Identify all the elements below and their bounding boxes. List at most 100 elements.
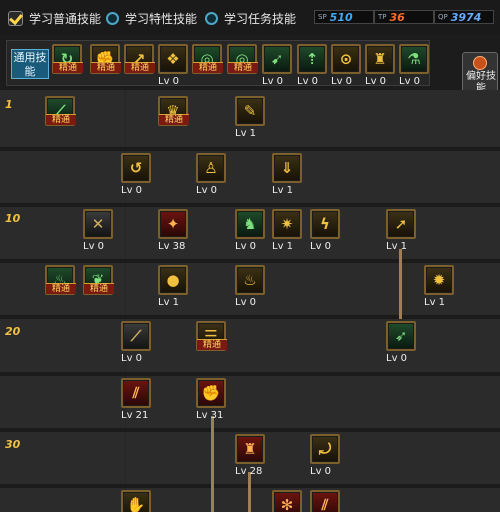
skill-slot[interactable]: ♞ Lv 0 — [235, 209, 265, 252]
skill-slot[interactable]: ♜ Lv 28 — [235, 434, 265, 477]
tab-quest-skills[interactable]: 学习任务技能 — [205, 10, 296, 26]
explosion-icon: ✹ — [427, 268, 451, 292]
shield-icon: ⊙ — [334, 47, 358, 71]
arrow-icon: ⇡ — [300, 47, 324, 71]
bomb-icon: ● — [161, 268, 185, 292]
hand-icon: ✋ — [124, 493, 148, 512]
top-bar: 学习普通技能 学习特性技能 学习任务技能 SP 510 TP 36 QP 397… — [0, 0, 500, 34]
common-skills-label: 通用技能 — [11, 49, 49, 79]
qp-value: 3974 — [450, 10, 482, 24]
potion-icon: ⚗ — [402, 47, 426, 71]
skill-level: Lv 0 — [399, 76, 421, 87]
skill-slot[interactable]: ♨ Lv 0 — [235, 265, 265, 308]
golem-icon: ♞ — [238, 212, 262, 236]
dash-icon: ➶ — [389, 324, 413, 348]
skill-slot[interactable]: ➶ Lv 0 — [386, 321, 416, 364]
level-marker: 20 — [5, 325, 21, 338]
row-separator — [0, 372, 500, 376]
fire-drop-icon: ♨ — [238, 268, 262, 292]
skill-level: Lv 1 — [424, 297, 446, 308]
skill-level: Lv 0 — [365, 76, 387, 87]
strike-icon: ➚ — [389, 212, 413, 236]
skill-slot[interactable]: ☰ 精通 — [196, 321, 227, 351]
skill-slot[interactable]: ♨ 精通 — [45, 265, 76, 295]
skill-slot[interactable]: ♙ Lv 0 — [196, 153, 226, 196]
skill-slot[interactable]: ✎ Lv 1 — [235, 96, 265, 139]
level-marker: 10 — [5, 212, 21, 225]
radio-icon — [205, 11, 218, 25]
skill-level: Lv 0 — [196, 185, 218, 196]
skill-slot[interactable]: ⫽ Lv 21 — [121, 378, 151, 421]
mastered-badge: 精通 — [91, 62, 121, 73]
skill-slot[interactable]: ✷ Lv 1 — [272, 209, 302, 252]
skill-level: Lv 1 — [386, 241, 408, 252]
mastered-badge: 精通 — [125, 62, 155, 73]
claw-icon: ⫽ — [313, 493, 337, 512]
checkmark-icon — [8, 10, 23, 26]
skill-slot[interactable]: ⇓ Lv 1 — [272, 153, 302, 196]
skill-slot[interactable]: ⫽ — [310, 490, 340, 512]
skill-slot[interactable]: ❦ 精通 — [83, 265, 114, 295]
skill-link — [211, 416, 214, 512]
skill-slot[interactable]: ↗ 精通 — [124, 44, 155, 74]
tab-label: 学习任务技能 — [224, 11, 297, 26]
skill-slot[interactable]: ◎ 精通 — [192, 44, 223, 74]
radio-icon — [106, 11, 119, 25]
skill-level: Lv 0 — [235, 297, 257, 308]
skill-level: Lv 0 — [262, 76, 284, 87]
body-icon: ♙ — [199, 156, 223, 180]
skill-slot[interactable]: ϟ Lv 0 — [310, 209, 340, 252]
gear-icon — [473, 56, 487, 70]
figure-icon: ♜ — [368, 47, 392, 71]
fire-icon: ✦ — [161, 212, 185, 236]
skill-slot[interactable]: ✋ — [121, 490, 151, 512]
skill-level: Lv 1 — [272, 241, 294, 252]
skill-slot[interactable]: ⊙ Lv 0 — [331, 44, 361, 87]
skill-slot[interactable]: ⚗ Lv 0 — [399, 44, 429, 87]
mastered-badge: 精通 — [197, 339, 227, 350]
skill-slot[interactable]: ⟋ 精通 — [45, 96, 76, 126]
skill-slot[interactable]: ✕ Lv 0 — [83, 209, 113, 252]
skill-link — [399, 249, 402, 319]
row-separator — [0, 147, 500, 151]
mastered-badge: 精通 — [228, 62, 258, 73]
skill-slot[interactable]: ↻ 精通 — [52, 44, 83, 74]
down-arrow-icon: ⇓ — [275, 156, 299, 180]
row-separator — [0, 428, 500, 432]
skill-slot[interactable]: ✊ 精通 — [90, 44, 121, 74]
tp-counter: TP 36 — [374, 10, 434, 24]
mastered-badge: 精通 — [46, 114, 76, 125]
cross-icon: ✕ — [86, 212, 110, 236]
skill-slot[interactable]: ➹ Lv 0 — [262, 44, 292, 87]
fist-icon: ✊ — [199, 381, 223, 405]
skill-level: Lv 28 — [235, 466, 263, 477]
skill-level: Lv 1 — [272, 185, 294, 196]
claw-icon: ⫽ — [124, 381, 148, 405]
skill-slot[interactable]: ↺ Lv 0 — [121, 153, 151, 196]
skill-slot[interactable]: ◎ 精通 — [227, 44, 258, 74]
run-icon: ➹ — [265, 47, 289, 71]
skill-level: Lv 0 — [121, 353, 143, 364]
skill-slot[interactable]: ➚ Lv 1 — [386, 209, 416, 252]
tab-trait-skills[interactable]: 学习特性技能 — [106, 10, 197, 26]
common-skills-bar: 通用技能 ↻ 精通 ✊ 精通 ↗ 精通 ❖ Lv 0 ◎ 精通 ◎ 精通 ➹ Lv 0 ⇡ Lv 0 ⊙ Lv 0… — [6, 40, 430, 87]
skill-slot[interactable]: ✹ Lv 1 — [424, 265, 454, 308]
skill-slot[interactable]: ♛ 精通 — [158, 96, 189, 126]
tab-common-skills[interactable]: 学习普通技能 — [8, 10, 101, 26]
skill-slot[interactable]: ✦ Lv 38 — [158, 209, 188, 252]
skill-slot[interactable]: ⇡ Lv 0 — [297, 44, 327, 87]
skill-slot[interactable]: ● Lv 1 — [158, 265, 188, 308]
skill-slot[interactable]: ❖ Lv 0 — [158, 44, 188, 87]
mastered-badge: 精通 — [193, 62, 223, 73]
skill-level: Lv 31 — [196, 410, 224, 421]
skill-level: Lv 1 — [235, 128, 257, 139]
row-separator — [0, 203, 500, 207]
skill-slot[interactable]: ✊ Lv 31 — [196, 378, 226, 421]
skill-level: Lv 0 — [310, 466, 332, 477]
tp-label: TP — [378, 13, 387, 21]
skill-slot[interactable]: ♜ Lv 0 — [365, 44, 395, 87]
skill-slot[interactable]: ✻ — [272, 490, 302, 512]
skill-slot[interactable]: ⤾ Lv 0 — [310, 434, 340, 477]
skill-link — [248, 472, 251, 512]
skill-slot[interactable]: ⟋ Lv 0 — [121, 321, 151, 364]
